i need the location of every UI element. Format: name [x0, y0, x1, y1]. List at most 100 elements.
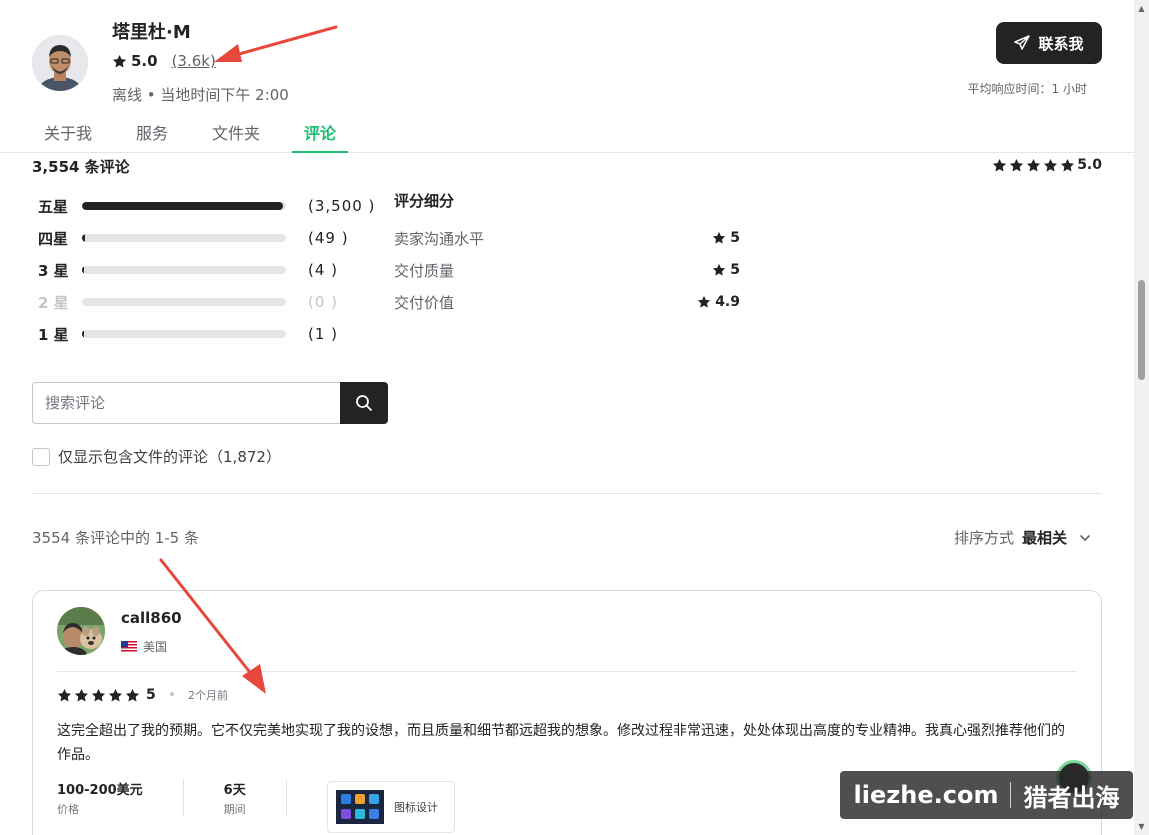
rating-breakdown-score: 4.9	[715, 294, 740, 310]
star-icon	[993, 158, 1007, 171]
rating-breakdown-score: 5	[730, 262, 740, 278]
review-duration-label: 期间	[223, 803, 246, 816]
search-icon	[356, 395, 372, 411]
tab-about[interactable]: 关于我	[32, 112, 104, 153]
section-divider	[32, 493, 1102, 494]
star-icon	[91, 688, 106, 701]
star-icon	[74, 688, 89, 701]
star-row-label: 五星	[38, 197, 69, 216]
star-icon	[713, 231, 726, 244]
search-button[interactable]	[340, 382, 388, 424]
review-rating: 5 • 2个月前	[57, 687, 228, 703]
star-row-bar	[82, 266, 286, 274]
overall-rating-value: 5.0	[1077, 157, 1102, 173]
star-row-label: 2 星	[38, 293, 69, 312]
star-row-count: (0 )	[308, 293, 339, 311]
search-reviews-input[interactable]	[32, 382, 340, 424]
review-price: 100-200美元 价格	[57, 779, 184, 817]
reviews-showing-count: 3554 条评论中的 1-5 条	[32, 529, 199, 547]
rating-breakdown-row: 卖家沟通水平 5	[394, 222, 740, 254]
sort-value: 最相关	[1021, 529, 1067, 547]
star-icon	[1061, 158, 1075, 171]
review-score: 5	[146, 687, 156, 703]
seller-header: 塔里杜·M 5.0 (3.6k) 离线 • 当地时间下午 2:00 联系我 平均…	[0, 0, 1134, 153]
reviewer-country-label: 美国	[143, 640, 168, 654]
separator-dot: •	[167, 687, 177, 703]
star-row-2: 2 星 (0 )	[38, 286, 378, 318]
review-gig-link[interactable]: 图标设计	[327, 781, 455, 833]
rating-breakdown-label: 交付价值	[394, 293, 455, 312]
seller-status: 离线 • 当地时间下午 2:00	[112, 86, 289, 104]
star-row-5[interactable]: 五星 (3,500 )	[38, 190, 378, 222]
send-icon	[1014, 35, 1031, 50]
star-icon	[1044, 158, 1058, 171]
scroll-down-icon[interactable]: ▼	[1137, 822, 1146, 831]
review-duration-value: 6天	[223, 783, 246, 798]
reviewer-avatar[interactable]	[57, 607, 105, 655]
contact-me-label: 联系我	[1038, 34, 1084, 53]
star-icon	[108, 688, 123, 701]
star-icon	[112, 54, 127, 67]
review-text: 这完全超出了我的预期。它不仅完美地实现了我的设想，而且质量和细节都远超我的想象。…	[57, 723, 1065, 763]
watermark-right: 猎者出海	[1023, 783, 1120, 812]
tab-services[interactable]: 服务	[124, 112, 180, 153]
sort-dropdown[interactable]: 排序方式 最相关	[954, 527, 1091, 548]
overall-rating: 5.0	[992, 157, 1102, 173]
us-flag-icon	[121, 641, 137, 652]
files-only-label: 仅显示包含文件的评论（1,872）	[58, 448, 281, 466]
review-meta: 100-200美元 价格 6天 期间	[57, 779, 327, 817]
star-row-bar	[82, 202, 286, 210]
seller-rating-count-link[interactable]: (3.6k)	[172, 52, 216, 70]
files-only-checkbox[interactable]	[32, 447, 50, 466]
seller-rating-value: 5.0	[131, 52, 158, 70]
star-breakdown: 五星 (3,500 ) 四星 (49 ) 3 星 (4 ) 2 星 (0 ) 1…	[38, 190, 378, 350]
star-row-count: (1 )	[308, 325, 339, 343]
chevron-down-icon	[1080, 534, 1090, 541]
page-scrollbar[interactable]: ▲ ▼	[1134, 0, 1149, 835]
rating-breakdown: 评分细分 卖家沟通水平 5 交付质量 5 交付价值 4.9	[394, 190, 740, 318]
star-icon	[698, 295, 711, 308]
rating-breakdown-row: 交付价值 4.9	[394, 286, 740, 318]
star-icon	[1010, 158, 1024, 171]
scroll-thumb[interactable]	[1138, 280, 1145, 380]
review-price-label: 价格	[57, 803, 79, 816]
tab-portfolio[interactable]: 文件夹	[200, 112, 272, 153]
rating-breakdown-score: 5	[730, 230, 740, 246]
profile-tabs: 关于我 服务 文件夹 评论	[32, 112, 368, 153]
scroll-up-icon[interactable]: ▲	[1137, 4, 1146, 13]
star-row-label: 3 星	[38, 261, 69, 280]
star-row-bar	[82, 330, 286, 338]
star-icon	[57, 688, 72, 701]
watermark-left: liezhe.com	[853, 781, 999, 809]
star-icon	[1027, 158, 1041, 171]
files-only-filter[interactable]: 仅显示包含文件的评论（1,872）	[32, 446, 281, 467]
star-icon	[125, 688, 140, 701]
rating-breakdown-label: 卖家沟通水平	[394, 229, 485, 248]
review-search	[32, 382, 388, 424]
star-row-bar	[82, 298, 286, 306]
star-row-label: 1 星	[38, 325, 69, 344]
rating-breakdown-label: 交付质量	[394, 261, 455, 280]
star-icon	[713, 263, 726, 276]
star-row-4[interactable]: 四星 (49 )	[38, 222, 378, 254]
seller-avatar[interactable]	[32, 35, 88, 91]
card-divider	[57, 671, 1077, 672]
gig-label: 图标设计	[394, 801, 438, 814]
star-row-bar	[82, 234, 286, 242]
watermark-separator	[1010, 782, 1012, 808]
watermark: liezhe.com 猎者出海	[840, 771, 1133, 819]
review-duration: 6天 期间	[224, 779, 287, 817]
star-row-label: 四星	[38, 229, 69, 248]
response-time: 平均响应时间：1 小时	[967, 82, 1087, 96]
seller-rating: 5.0 (3.6k)	[112, 52, 216, 70]
star-row-1[interactable]: 1 星 (1 )	[38, 318, 378, 350]
review-price-value: 100-200美元	[57, 783, 143, 798]
reviewer-country: 美国	[121, 638, 167, 655]
rating-breakdown-row: 交付质量 5	[394, 254, 740, 286]
contact-me-button[interactable]: 联系我	[996, 22, 1102, 64]
rating-breakdown-title: 评分细分	[394, 192, 455, 210]
reviewer-name[interactable]: call860	[121, 609, 182, 627]
star-row-3[interactable]: 3 星 (4 )	[38, 254, 378, 286]
tab-reviews[interactable]: 评论	[292, 112, 349, 153]
gig-thumbnail	[336, 790, 384, 824]
